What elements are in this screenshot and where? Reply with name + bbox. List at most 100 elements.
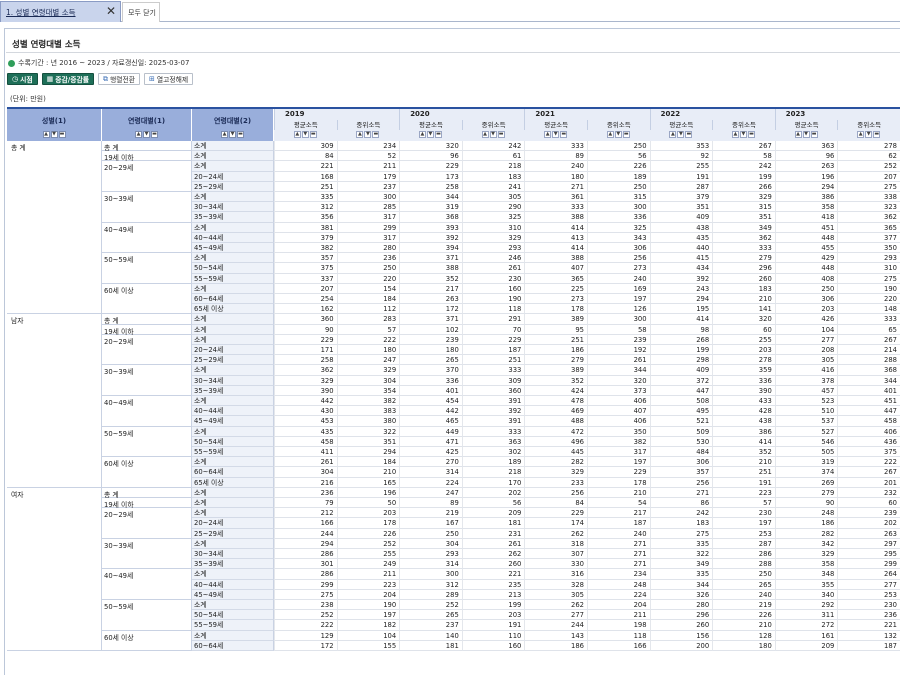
sort-reset-icon[interactable]: ▬: [309, 131, 317, 138]
age1-cell: 19세 이하: [102, 498, 192, 509]
sort-up-icon[interactable]: ▲: [794, 131, 802, 138]
close-icon[interactable]: ✕: [106, 4, 116, 18]
measure-header[interactable]: 평균소득: [274, 120, 337, 130]
sort-reset-icon[interactable]: ▬: [685, 131, 693, 138]
value-cell: 271: [587, 549, 650, 560]
value-cell: 186: [774, 518, 838, 529]
sort-reset-icon[interactable]: ▬: [873, 131, 881, 138]
close-all-tabs-button[interactable]: 모두 닫기: [122, 2, 160, 22]
measure-header[interactable]: 평균소득: [774, 120, 838, 130]
sort-reset-icon[interactable]: ▬: [560, 131, 568, 138]
value-cell: 271: [649, 487, 713, 498]
sort-down-icon[interactable]: ▼: [301, 131, 309, 138]
measure-header[interactable]: 중위소득: [712, 120, 775, 130]
sort-down-icon[interactable]: ▼: [426, 131, 434, 138]
value-cell: 219: [712, 600, 775, 611]
age2-cell: 소계: [192, 396, 274, 407]
value-cell: 300: [587, 314, 650, 325]
sort-up-icon[interactable]: ▲: [356, 131, 364, 138]
value-cell: 222: [837, 457, 900, 468]
header-gender[interactable]: 성별(1) ▲ ▼ ▬: [7, 109, 102, 143]
sort-reset-icon[interactable]: ▬: [497, 131, 505, 138]
measure-header[interactable]: 중위소득: [461, 120, 525, 130]
sort-reset-icon[interactable]: ▬: [747, 131, 755, 138]
sort-reset-icon[interactable]: ▬: [372, 131, 380, 138]
value-cell: 447: [837, 406, 900, 417]
age1-cell: 60세 이상: [102, 457, 192, 488]
value-cell: 279: [774, 487, 838, 498]
value-cell: 415: [649, 253, 713, 264]
value-cell: 290: [461, 202, 525, 213]
time-button[interactable]: ◷ 시점: [7, 73, 38, 85]
sort-reset-icon[interactable]: ▬: [237, 131, 244, 138]
value-cell: 268: [649, 334, 713, 345]
age1-label: 40~49세: [104, 225, 134, 234]
sort-down-icon[interactable]: ▼: [552, 131, 560, 138]
value-cell: 262: [524, 600, 587, 611]
measure-header[interactable]: 평균소득: [524, 120, 587, 130]
value-cell: 342: [774, 538, 838, 549]
sort-down-icon[interactable]: ▼: [802, 131, 810, 138]
measure-header[interactable]: 중위소득: [587, 120, 650, 130]
value-cell: 282: [524, 457, 587, 468]
sort-up-icon[interactable]: ▲: [42, 131, 50, 138]
sort-down-icon[interactable]: ▼: [364, 131, 372, 138]
sort-up-icon[interactable]: ▲: [418, 131, 426, 138]
sort-reset-icon[interactable]: ▬: [622, 131, 630, 138]
sort-down-icon[interactable]: ▼: [739, 131, 747, 138]
value-cell: 197: [587, 457, 650, 468]
value-cell: 242: [461, 141, 525, 152]
sort-down-icon[interactable]: ▼: [865, 131, 873, 138]
sort-reset-icon[interactable]: ▬: [434, 131, 442, 138]
sort-down-icon[interactable]: ▼: [143, 131, 150, 138]
tab-income-by-gender-age[interactable]: 1. 성별 연령대별 소득 ✕: [0, 1, 121, 22]
header-age2[interactable]: 연령대별(2) ▲ ▼ ▬: [192, 109, 274, 143]
sort-reset-icon[interactable]: ▬: [151, 131, 158, 138]
sort-up-icon[interactable]: ▲: [731, 131, 739, 138]
measure-header[interactable]: 중위소득: [336, 120, 400, 130]
table-row: 소계 129 104 140 110 143 118 156 128 161 132: [192, 630, 900, 641]
sort-up-icon[interactable]: ▲: [544, 131, 552, 138]
sort-down-icon[interactable]: ▼: [614, 131, 622, 138]
sort-up-icon[interactable]: ▲: [669, 131, 677, 138]
value-cell: 229: [461, 334, 525, 345]
sort-down-icon[interactable]: ▼: [50, 131, 58, 138]
value-cell: 414: [524, 243, 587, 254]
sort-up-icon[interactable]: ▲: [293, 131, 301, 138]
value-cell: 56: [587, 151, 650, 162]
value-cell: 282: [774, 528, 838, 539]
value-cell: 428: [712, 406, 775, 417]
change-rate-button[interactable]: ▦ 증감/증감률: [41, 73, 94, 85]
sort-down-icon[interactable]: ▼: [677, 131, 685, 138]
measure-header[interactable]: 평균소득: [649, 120, 713, 130]
value-cell: 235: [461, 579, 525, 590]
value-cell: 329: [461, 232, 525, 243]
sort-up-icon[interactable]: ▲: [481, 131, 489, 138]
sort-down-icon[interactable]: ▼: [489, 131, 497, 138]
age2-cell: 25~29세: [192, 355, 274, 366]
age2-cell: 소계: [192, 508, 274, 519]
measure-header[interactable]: 평균소득: [399, 120, 462, 130]
sort-controls: ▲ ▼ ▬: [650, 131, 713, 141]
value-cell: 242: [712, 161, 775, 172]
unfreeze-columns-button[interactable]: ⊞ 열고정해제: [144, 73, 194, 85]
sort-up-icon[interactable]: ▲: [606, 131, 614, 138]
sort-controls: ▲ ▼ ▬: [775, 131, 838, 141]
sort-down-icon[interactable]: ▼: [229, 131, 236, 138]
age1-cell: 40~49세: [102, 396, 192, 427]
sort-reset-icon[interactable]: ▬: [58, 131, 66, 138]
age1-label: 30~39세: [104, 541, 134, 550]
value-cell: 424: [524, 385, 587, 396]
table-row: 소계 435 322 449 333 472 350 509 386 527 406: [192, 426, 900, 437]
sort-up-icon[interactable]: ▲: [135, 131, 142, 138]
value-cell: 267: [837, 467, 900, 478]
header-age1[interactable]: 연령대별(1) ▲ ▼ ▬: [102, 109, 192, 143]
sort-reset-icon[interactable]: ▬: [810, 131, 818, 138]
sort-up-icon[interactable]: ▲: [221, 131, 228, 138]
pivot-button[interactable]: ⧉ 행렬전환: [98, 73, 141, 85]
sort-up-icon[interactable]: ▲: [857, 131, 865, 138]
value-cell: 178: [524, 304, 587, 315]
value-cell: 329: [336, 365, 400, 376]
measure-header[interactable]: 중위소득: [837, 120, 900, 130]
value-cell: 310: [461, 222, 525, 233]
